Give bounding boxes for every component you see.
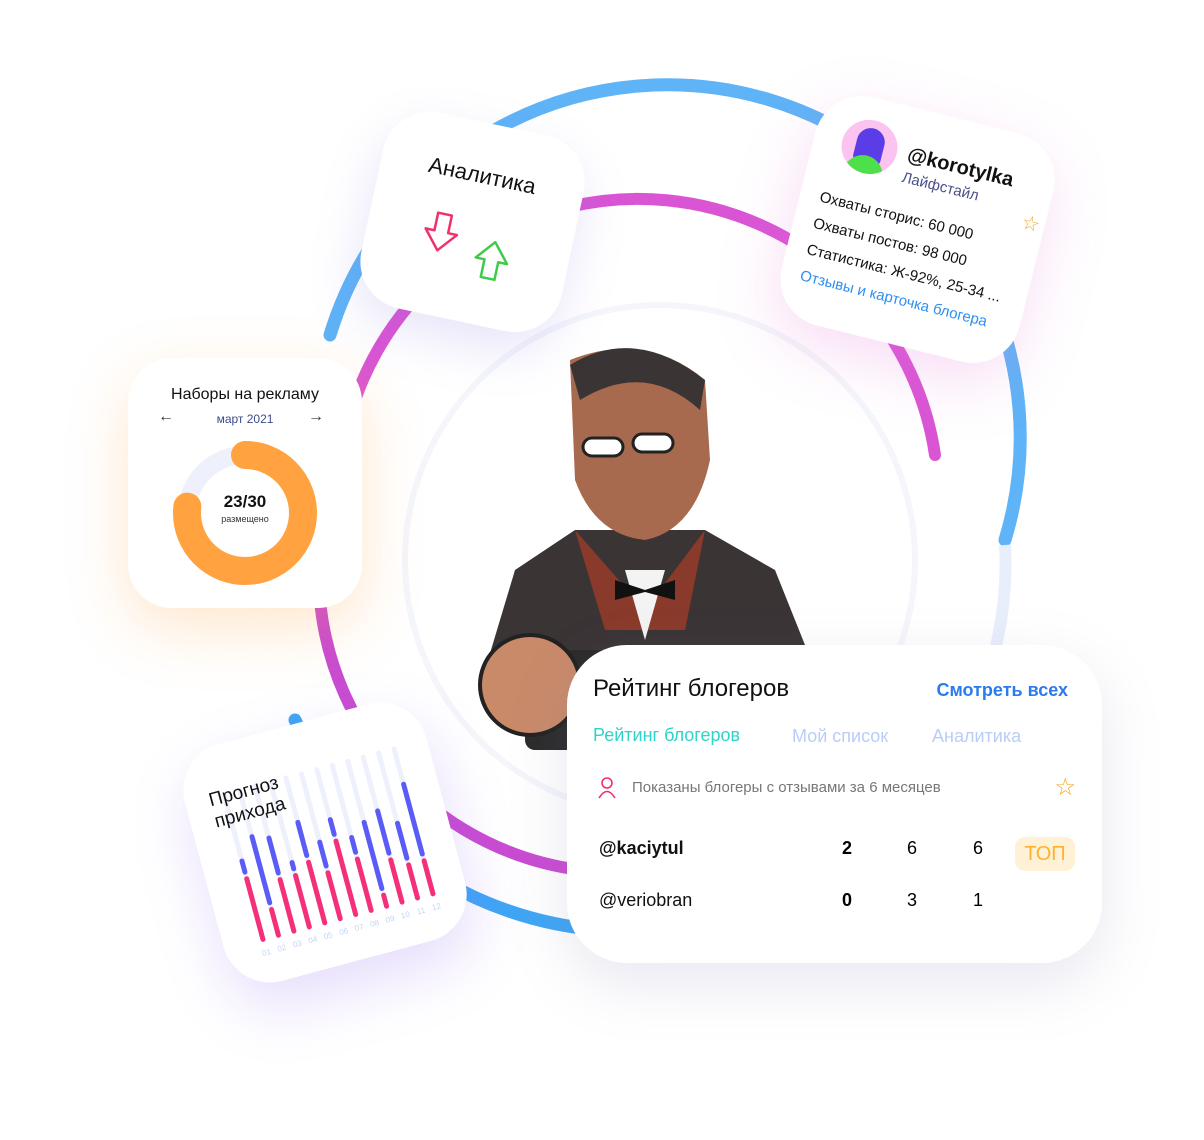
ads-slots-card: Наборы на рекламу ← март 2021 → 23/30 ра… <box>128 358 362 608</box>
ads-count: 23/30 <box>223 492 267 511</box>
x-tick-label: 03 <box>292 938 303 949</box>
bar-forecast <box>327 817 337 837</box>
row-value-b: 6 <box>907 838 918 858</box>
analytics-title: Аналитика <box>426 151 539 200</box>
ads-caption: размещено <box>221 514 269 524</box>
row-value-a: 0 <box>842 890 853 910</box>
row-handle[interactable]: @veriobran <box>599 890 692 911</box>
x-tick-label: 02 <box>276 943 287 954</box>
bar-forecast <box>289 860 297 872</box>
bar-income <box>293 873 312 930</box>
arrow-down-icon <box>424 211 459 252</box>
bar-forecast <box>349 835 359 855</box>
bar-forecast <box>394 820 410 861</box>
x-tick-label: 07 <box>354 922 365 933</box>
bar-forecast <box>375 808 392 856</box>
next-month-button[interactable]: → <box>308 408 324 426</box>
forecast-chart: 01 02 03 04 05 06 07 08 09 10 11 12 <box>221 746 442 958</box>
bar-income <box>406 862 421 901</box>
rating-notice: Показаны блогеры с отзывами за 6 месяцев <box>632 779 941 796</box>
x-tick-label: 11 <box>416 905 427 916</box>
bar-forecast <box>249 834 273 906</box>
bar-forecast <box>239 858 248 875</box>
bar-income <box>333 838 359 918</box>
star-icon[interactable]: ☆ <box>1019 209 1042 238</box>
x-tick-label: 12 <box>431 901 442 912</box>
bar-forecast <box>361 819 385 891</box>
bar-income <box>381 892 390 909</box>
x-tick-label: 08 <box>369 918 380 929</box>
ads-title: Наборы на рекламу <box>171 386 319 403</box>
analytics-card[interactable]: Аналитика <box>351 102 594 342</box>
bar-income <box>354 856 374 913</box>
x-tick-label: 01 <box>261 947 272 958</box>
star-icon[interactable]: ☆ <box>1054 773 1076 802</box>
row-value-c: 6 <box>973 838 984 858</box>
arrow-up-icon <box>474 240 509 282</box>
see-all-link[interactable]: Смотреть всех <box>936 680 1068 701</box>
bar-forecast <box>401 781 425 857</box>
avatar <box>835 113 904 180</box>
row-value-a: 2 <box>842 838 853 858</box>
x-tick-label: 06 <box>338 926 349 937</box>
row-value-b: 3 <box>907 890 918 910</box>
bar-income <box>244 876 266 942</box>
row-value-c: 1 <box>973 890 984 910</box>
x-tick-label: 10 <box>400 909 411 920</box>
bar-income <box>269 907 281 938</box>
x-tick-label: 09 <box>385 914 396 925</box>
bar-income <box>306 859 328 926</box>
top-badge: ТОП <box>1015 837 1075 871</box>
tab-analytics[interactable]: Аналитика <box>932 726 1021 747</box>
blogger-rating-card: Рейтинг блогеров Смотреть всех Рейтинг б… <box>567 645 1102 963</box>
progress-donut <box>173 441 317 585</box>
x-tick-label: 04 <box>307 934 318 945</box>
month-label: март 2021 <box>216 412 274 426</box>
tab-rating[interactable]: Рейтинг блогеров <box>593 725 740 746</box>
rating-title: Рейтинг блогеров <box>593 675 790 702</box>
bar-income <box>421 858 436 897</box>
tab-my-list[interactable]: Мой список <box>792 726 888 747</box>
bar-forecast <box>317 839 329 869</box>
bar-income <box>325 870 343 922</box>
bar-income <box>388 857 405 905</box>
x-tick-label: 05 <box>323 930 334 941</box>
bar-forecast <box>266 835 281 876</box>
bar-income <box>277 877 297 934</box>
row-handle[interactable]: @kaciytul <box>599 838 684 859</box>
user-icon <box>598 777 616 799</box>
bar-forecast <box>295 819 310 858</box>
